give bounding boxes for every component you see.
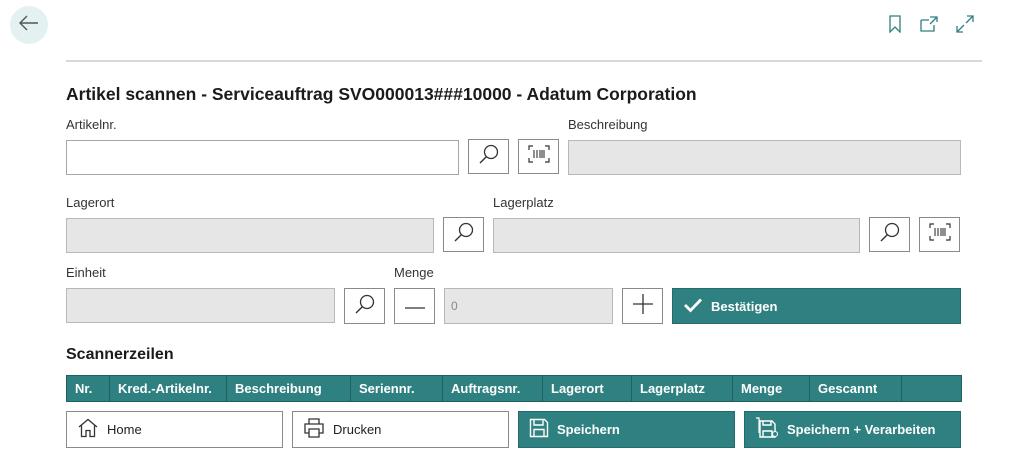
column-header-extra [902,376,961,401]
item-no-lookup-button[interactable] [468,139,509,174]
save-icon [529,418,549,441]
location-field [66,218,434,253]
minus-icon [404,297,426,315]
open-new-window-button[interactable] [918,15,940,37]
save-process-icon [755,417,779,442]
save-and-process-button-label: Speichern + Verarbeiten [787,422,936,437]
checkmark-icon [683,297,703,316]
header-divider [66,60,982,62]
magnifier-icon [879,221,901,248]
open-in-new-window-icon [920,15,938,37]
quantity-label: Menge [394,265,434,280]
column-header-quantity[interactable]: Menge [733,376,810,401]
home-button-label: Home [107,422,142,437]
item-no-input[interactable] [66,140,459,175]
back-button[interactable] [10,6,48,44]
confirm-button-label: Bestätigen [711,298,778,314]
column-header-nr[interactable]: Nr. [67,376,110,401]
confirm-button[interactable]: Bestätigen [672,288,961,324]
save-and-process-button[interactable]: Speichern + Verarbeiten [744,411,961,448]
column-header-location[interactable]: Lagerort [543,376,632,401]
column-header-serial-no[interactable]: Seriennr. [351,376,443,401]
home-button[interactable]: Home [66,411,283,448]
bin-field [493,218,860,253]
print-button-label: Drucken [333,422,382,437]
printer-icon [303,418,325,441]
bin-lookup-button[interactable] [869,217,910,252]
save-button-label: Speichern [557,422,620,437]
plus-icon [632,293,654,320]
magnifier-icon [478,143,500,170]
home-icon [77,418,99,441]
column-header-vendor-item-no[interactable]: Kred.-Artikelnr. [110,376,227,401]
page-title: Artikel scannen - Serviceauftrag SVO0000… [66,84,697,104]
unit-label: Einheit [66,265,106,280]
bin-scan-button[interactable] [919,217,960,252]
location-lookup-button[interactable] [443,217,484,252]
print-button[interactable]: Drucken [292,411,509,448]
description-label: Beschreibung [568,117,648,132]
location-label: Lagerort [66,195,115,210]
bookmark-button[interactable] [884,14,906,38]
item-no-label: Artikelnr. [66,117,117,132]
description-field [568,140,961,175]
barcode-scan-icon [928,223,951,246]
magnifier-icon [453,221,475,248]
expand-icon [956,14,974,38]
column-header-bin[interactable]: Lagerplatz [632,376,733,401]
unit-lookup-button[interactable] [344,288,385,324]
scan-lines-table-header: Nr. Kred.-Artikelnr. Beschreibung Serien… [66,375,962,402]
quantity-input[interactable]: 0 [444,288,613,324]
scan-lines-title: Scannerzeilen [66,346,174,363]
save-button[interactable]: Speichern [518,411,735,448]
column-header-description[interactable]: Beschreibung [227,376,351,401]
arrow-left-icon [19,15,39,36]
expand-button[interactable] [954,14,976,38]
quantity-decrease-button[interactable] [394,288,435,324]
column-header-order-no[interactable]: Auftragsnr. [443,376,543,401]
item-no-scan-button[interactable] [518,139,559,174]
barcode-scan-icon [527,145,550,168]
column-header-scanned[interactable]: Gescannt [810,376,902,401]
bin-label: Lagerplatz [493,195,554,210]
quantity-increase-button[interactable] [622,288,663,324]
bookmark-icon [888,14,902,38]
magnifier-icon [354,293,376,320]
unit-field [66,288,335,323]
